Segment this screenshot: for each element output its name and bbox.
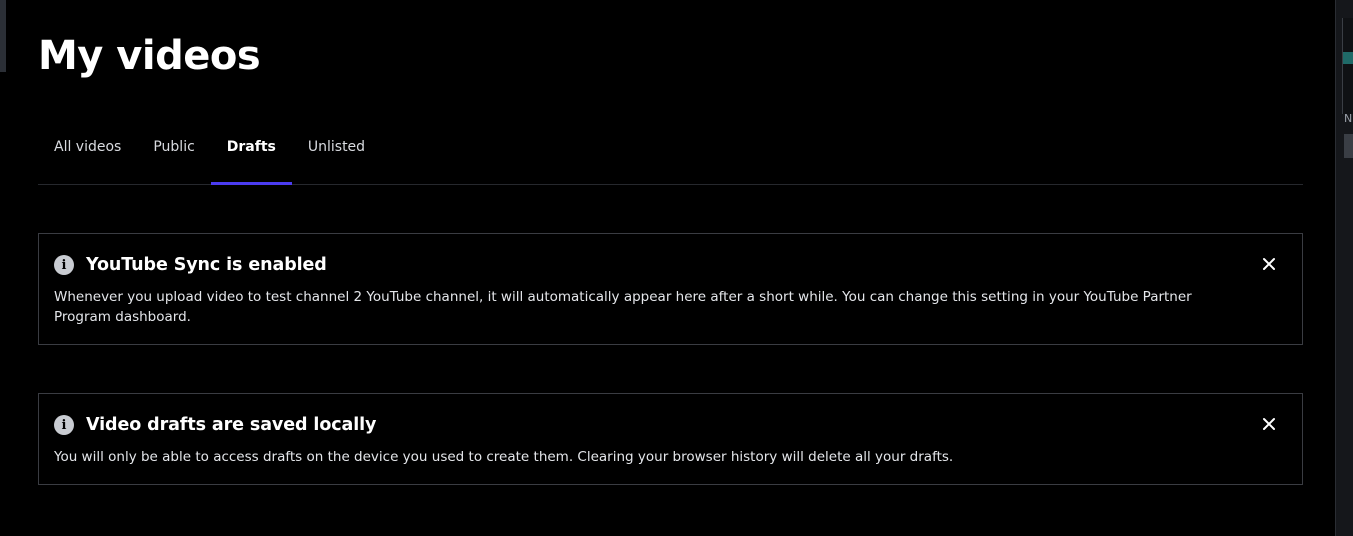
notice-body: You will only be able to access drafts o…: [54, 449, 954, 465]
side-panel-block: [1344, 134, 1353, 158]
info-icon: i: [54, 415, 74, 435]
notice-title: YouTube Sync is enabled: [86, 255, 327, 275]
side-panel-accent: [1343, 52, 1353, 64]
close-icon[interactable]: [1260, 415, 1278, 433]
side-panel-letter: N: [1344, 112, 1353, 125]
tab-drafts[interactable]: Drafts: [210, 126, 292, 185]
side-panel-strip: [1342, 18, 1353, 114]
side-panel-edge: N: [1335, 0, 1353, 536]
notice-title: Video drafts are saved locally: [86, 415, 377, 435]
tab-public[interactable]: Public: [137, 126, 210, 184]
left-edge-panel: [0, 0, 6, 72]
tab-all-videos[interactable]: All videos: [38, 126, 137, 184]
tab-unlisted[interactable]: Unlisted: [292, 126, 381, 184]
page-title: My videos: [38, 33, 261, 79]
notice-drafts-local: i Video drafts are saved locally You wil…: [38, 393, 1303, 485]
notice-youtube-sync: i YouTube Sync is enabled Whenever you u…: [38, 233, 1303, 345]
notice-header: i Video drafts are saved locally: [54, 413, 1248, 437]
close-icon[interactable]: [1260, 255, 1278, 273]
page: N My videos All videos Public Drafts Unl…: [0, 0, 1353, 536]
info-icon: i: [54, 255, 74, 275]
tab-bar: All videos Public Drafts Unlisted: [38, 126, 1303, 185]
notice-header: i YouTube Sync is enabled: [54, 253, 1248, 277]
notice-body: Whenever you upload video to test channe…: [54, 289, 1192, 325]
